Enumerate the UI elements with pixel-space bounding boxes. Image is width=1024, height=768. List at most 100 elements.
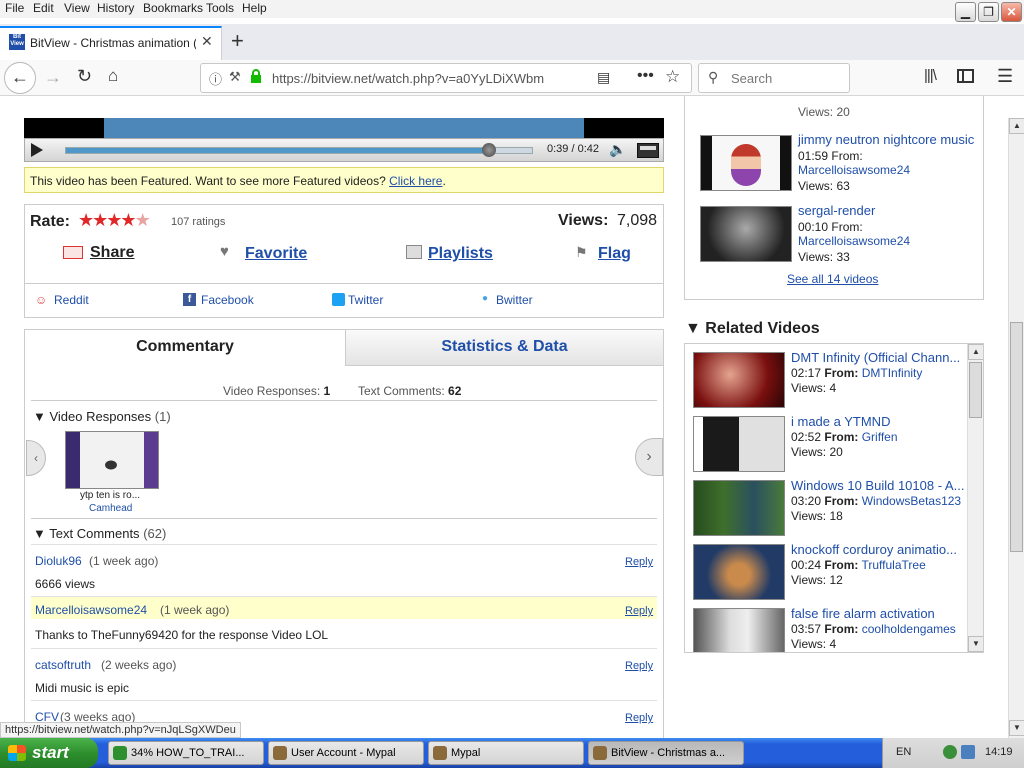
seek-bar[interactable] <box>65 147 533 154</box>
menu-history[interactable]: History <box>97 1 134 15</box>
see-all-videos-link[interactable]: See all 14 videos <box>787 272 878 286</box>
reddit-link[interactable]: Reddit <box>54 293 89 307</box>
comment-user[interactable]: Marcelloisawsome24 <box>35 603 147 617</box>
search-box[interactable]: ⚲ Search <box>698 63 850 93</box>
video-user[interactable]: Marcelloisawsome24 <box>798 234 910 248</box>
response-thumbnail[interactable] <box>65 431 159 489</box>
reply-link[interactable]: Reply <box>625 712 653 724</box>
home-icon[interactable]: ⌂ <box>108 66 118 86</box>
facebook-link[interactable]: Facebook <box>201 293 254 307</box>
new-tab-icon[interactable]: + <box>231 28 244 54</box>
language-indicator[interactable]: EN <box>896 746 911 758</box>
tab-commentary[interactable]: Commentary <box>25 330 345 366</box>
menu-file[interactable]: File <box>5 1 24 15</box>
twitter-link[interactable]: Twitter <box>348 293 383 307</box>
related-title[interactable]: knockoff corduroy animatio... <box>791 542 957 557</box>
reader-view-icon[interactable]: ▤ <box>597 69 610 86</box>
menu-tools[interactable]: Tools <box>206 1 234 15</box>
video-title[interactable]: jimmy neutron nightcore music <box>798 132 974 147</box>
related-title[interactable]: false fire alarm activation <box>791 606 935 621</box>
response-user[interactable]: Camhead <box>89 503 132 514</box>
bookmark-star-icon[interactable]: ☆ <box>665 67 680 87</box>
flag-button[interactable]: Flag <box>598 245 631 263</box>
response-title[interactable]: ytp ten is ro... <box>80 490 140 501</box>
start-button[interactable]: start <box>0 738 98 768</box>
tab-statistics[interactable]: Statistics & Data <box>345 330 663 366</box>
related-thumbnail[interactable] <box>693 480 785 536</box>
text-comments-header[interactable]: ▼ Text Comments (62) <box>33 526 166 541</box>
related-scroll-thumb[interactable] <box>969 362 982 418</box>
page-scrollbar[interactable]: ▲ ▼ <box>1008 118 1024 738</box>
prev-response-arrow-icon[interactable]: ‹ <box>26 440 46 476</box>
forward-icon[interactable]: → <box>44 67 62 88</box>
reply-link[interactable]: Reply <box>625 660 653 672</box>
reply-link[interactable]: Reply <box>625 605 653 617</box>
minimize-button[interactable]: ▁ <box>955 2 976 22</box>
library-icon[interactable]: |||\ <box>924 67 937 84</box>
player-time: 0:39 / 0:42 <box>547 143 599 155</box>
video-responses-header[interactable]: ▼ Video Responses (1) <box>33 409 171 424</box>
related-scrollbar[interactable]: ▲ ▼ <box>967 344 983 652</box>
safely-remove-icon[interactable] <box>961 745 975 759</box>
close-window-button[interactable]: ✕ <box>1001 2 1022 22</box>
star-1-icon[interactable]: ★ <box>78 210 94 230</box>
page-actions-icon[interactable]: ••• <box>637 67 654 85</box>
related-title[interactable]: i made a YTMND <box>791 414 890 429</box>
permissions-icon[interactable]: ⚒ <box>229 69 241 85</box>
playlists-button[interactable]: Playlists <box>428 245 493 263</box>
fullscreen-icon[interactable] <box>637 143 659 158</box>
taskbar-item-download[interactable]: 34% HOW_TO_TRAI... <box>108 741 264 765</box>
sidebar-icon[interactable] <box>957 69 974 83</box>
taskbar-item-mypal[interactable]: Mypal <box>428 741 584 765</box>
close-tab-icon[interactable]: ✕ <box>201 33 213 50</box>
related-title[interactable]: DMT Infinity (Official Chann... <box>791 350 960 365</box>
menu-bookmarks[interactable]: Bookmarks <box>143 1 203 15</box>
star-3-icon[interactable]: ★ <box>106 210 122 230</box>
menu-help[interactable]: Help <box>242 1 267 15</box>
star-2-icon[interactable]: ★ <box>92 210 108 230</box>
next-response-arrow-icon[interactable]: › <box>635 438 663 476</box>
taskbar-item-bitview[interactable]: BitView - Christmas a... <box>588 741 744 765</box>
taskbar-item-user-account[interactable]: User Account - Mypal <box>268 741 424 765</box>
seek-handle[interactable] <box>482 143 497 157</box>
search-placeholder[interactable]: Search <box>731 71 772 86</box>
url-bar[interactable]: ⓘ ⚒ https://bitview.net/watch.php?v=a0Yy… <box>200 63 692 93</box>
menu-edit[interactable]: Edit <box>33 1 54 15</box>
video-frame[interactable] <box>24 118 664 138</box>
related-videos-header[interactable]: ▼ Related Videos <box>685 320 820 338</box>
url-text[interactable]: https://bitview.net/watch.php?v=a0YyLDiX… <box>272 71 544 86</box>
rating-stars[interactable]: ★★★★★ <box>78 210 151 231</box>
reload-icon[interactable]: ↻ <box>77 66 92 87</box>
comment-user[interactable]: catsoftruth <box>35 658 91 672</box>
volume-icon[interactable]: 🔈 <box>609 141 626 158</box>
bitview-favicon-icon: Bit View <box>9 34 25 50</box>
info-icon[interactable]: ⓘ <box>209 69 222 88</box>
featured-link[interactable]: Click here <box>389 174 442 188</box>
back-icon[interactable]: ← <box>4 62 36 94</box>
related-title[interactable]: Windows 10 Build 10108 - A... <box>791 478 964 493</box>
star-4-icon[interactable]: ★ <box>120 210 136 230</box>
favorite-button[interactable]: Favorite <box>245 245 307 263</box>
page-scroll-thumb[interactable] <box>1010 322 1023 552</box>
comment-user[interactable]: Dioluk96 <box>35 554 82 568</box>
share-button[interactable]: Share <box>90 244 134 262</box>
download-icon <box>113 746 127 760</box>
related-thumbnail[interactable] <box>693 352 785 408</box>
tab-bitview[interactable]: Bit View BitView - Christmas animation (… <box>0 26 222 60</box>
video-thumbnail[interactable] <box>700 206 792 262</box>
network-icon[interactable] <box>943 745 957 759</box>
related-thumbnail[interactable] <box>693 544 785 600</box>
reply-link[interactable]: Reply <box>625 556 653 568</box>
menu-hamburger-icon[interactable]: ☰ <box>997 66 1013 87</box>
star-5-half-icon[interactable]: ★ <box>135 210 151 230</box>
play-icon[interactable] <box>31 143 43 157</box>
video-thumbnail[interactable] <box>700 135 792 191</box>
mypal-icon <box>273 746 287 760</box>
video-title[interactable]: sergal-render <box>798 203 875 218</box>
bwitter-link[interactable]: Bwitter <box>496 293 533 307</box>
video-user[interactable]: Marcelloisawsome24 <box>798 163 910 177</box>
related-thumbnail[interactable] <box>693 608 785 652</box>
restore-button[interactable]: ❐ <box>978 2 999 22</box>
related-thumbnail[interactable] <box>693 416 785 472</box>
menu-view[interactable]: View <box>64 1 90 15</box>
